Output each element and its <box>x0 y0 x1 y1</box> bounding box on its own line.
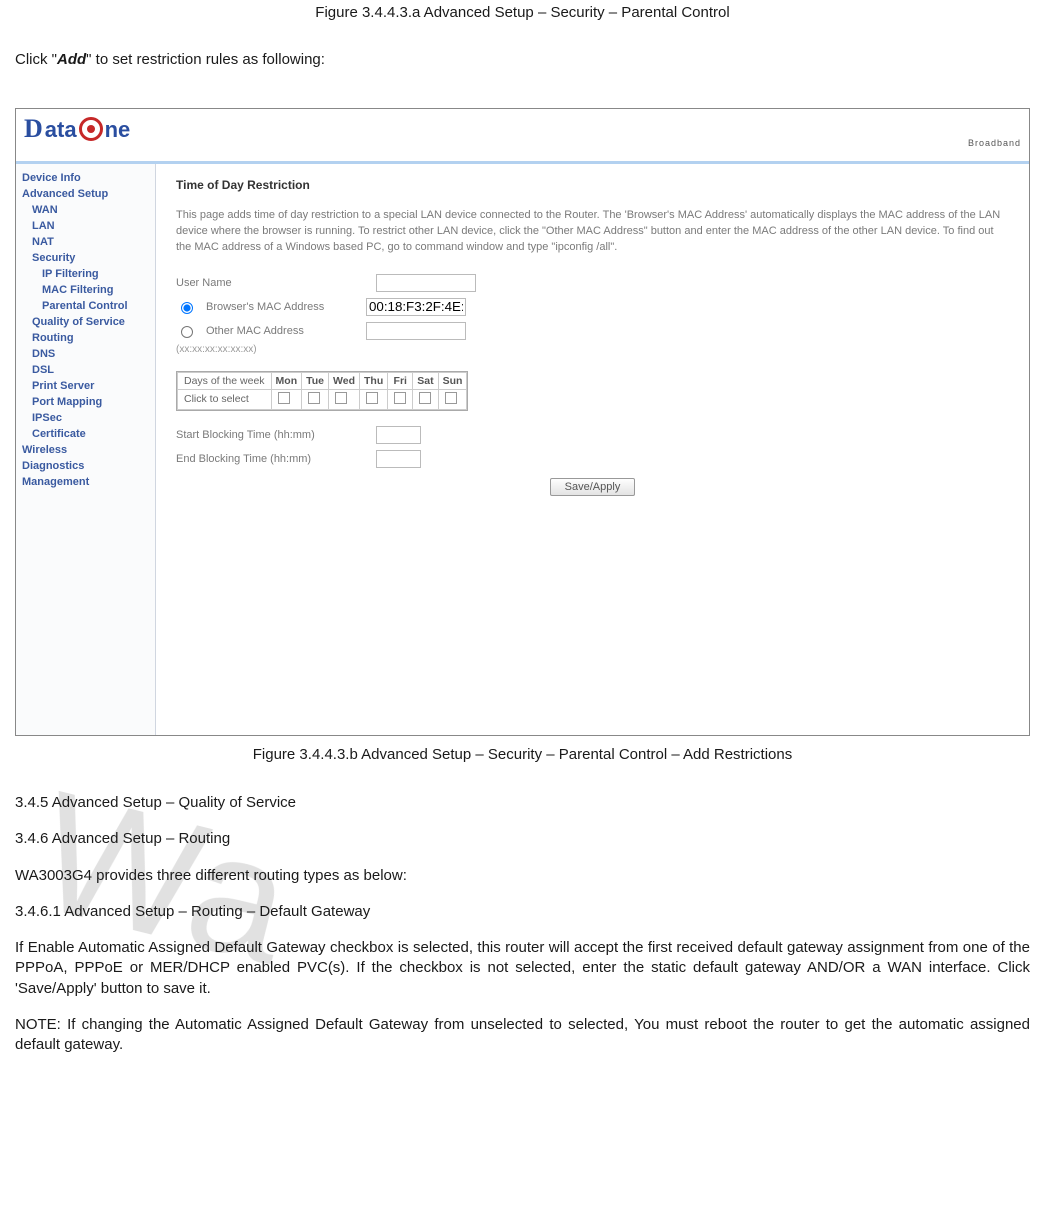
other-mac-input[interactable] <box>366 322 466 340</box>
chk-sun[interactable] <box>445 392 457 404</box>
sidebar-item-7[interactable]: MAC Filtering <box>20 282 151 298</box>
page-description: This page adds time of day restriction t… <box>176 208 1009 256</box>
chk-sat[interactable] <box>419 392 431 404</box>
sidebar-item-13[interactable]: Print Server <box>20 378 151 394</box>
figure-caption-a: Figure 3.4.4.3.a Advanced Setup – Securi… <box>15 4 1030 21</box>
logo-bar: D ata ne Broadband <box>16 109 1029 164</box>
sidebar-item-5[interactable]: Security <box>20 250 151 266</box>
sidebar-item-15[interactable]: IPSec <box>20 410 151 426</box>
row-browser-mac: Browser's MAC Address <box>176 298 1009 316</box>
logo-tagline: Broadband <box>84 138 1021 148</box>
end-time-input[interactable] <box>376 450 421 468</box>
sidebar-item-3[interactable]: LAN <box>20 218 151 234</box>
day-sun: Sun <box>438 372 467 389</box>
other-mac-hint: (xx:xx:xx:xx:xx:xx) <box>176 344 1009 355</box>
heading-345: 3.4.5 Advanced Setup – Quality of Servic… <box>15 793 1030 813</box>
sidebar-item-11[interactable]: DNS <box>20 346 151 362</box>
sidebar-item-10[interactable]: Routing <box>20 330 151 346</box>
sidebar-item-16[interactable]: Certificate <box>20 426 151 442</box>
day-sat: Sat <box>413 372 438 389</box>
logo-swirl-icon <box>79 117 103 141</box>
row-start-time: Start Blocking Time (hh:mm) <box>176 426 1009 444</box>
routing-intro: WA3003G4 provides three different routin… <box>15 866 1030 886</box>
start-time-input[interactable] <box>376 426 421 444</box>
intro-add: Add <box>57 51 86 68</box>
chk-thu[interactable] <box>366 392 378 404</box>
row-other-mac: Other MAC Address <box>176 322 1009 340</box>
row-username: User Name <box>176 274 1009 292</box>
day-tue: Tue <box>302 372 329 389</box>
figure-caption-b: Figure 3.4.4.3.b Advanced Setup – Securi… <box>15 746 1030 763</box>
chk-fri[interactable] <box>394 392 406 404</box>
sidebar-item-14[interactable]: Port Mapping <box>20 394 151 410</box>
logo-d: D <box>24 114 43 144</box>
intro-text: Click "Add" to set restriction rules as … <box>15 51 1030 68</box>
heading-346: 3.4.6 Advanced Setup – Routing <box>15 829 1030 849</box>
days-table: Days of the week Mon Tue Wed Thu Fri Sat… <box>176 371 468 411</box>
sidebar-item-18[interactable]: Diagnostics <box>20 458 151 474</box>
day-mon: Mon <box>271 372 302 389</box>
other-mac-radio[interactable] <box>181 326 193 338</box>
default-gateway-text: If Enable Automatic Assigned Default Gat… <box>15 938 1030 999</box>
router-screenshot: D ata ne Broadband Device InfoAdvanced S… <box>15 108 1030 736</box>
sidebar-item-6[interactable]: IP Filtering <box>20 266 151 282</box>
page-title: Time of Day Restriction <box>176 178 1009 192</box>
row-end-time: End Blocking Time (hh:mm) <box>176 450 1009 468</box>
sidebar-nav: Device InfoAdvanced SetupWANLANNATSecuri… <box>16 164 156 735</box>
chk-mon[interactable] <box>278 392 290 404</box>
days-header-label: Days of the week <box>178 372 272 389</box>
day-wed: Wed <box>329 372 360 389</box>
apply-row: Save/Apply <box>176 478 1009 496</box>
sidebar-item-1[interactable]: Advanced Setup <box>20 186 151 202</box>
intro-prefix: Click " <box>15 51 57 68</box>
click-to-select-label: Click to select <box>178 389 272 409</box>
sidebar-item-12[interactable]: DSL <box>20 362 151 378</box>
browser-mac-radio[interactable] <box>181 302 193 314</box>
chk-tue[interactable] <box>308 392 320 404</box>
logo-ata: ata <box>45 117 77 143</box>
day-thu: Thu <box>360 372 388 389</box>
sidebar-item-8[interactable]: Parental Control <box>20 298 151 314</box>
heading-3461: 3.4.6.1 Advanced Setup – Routing – Defau… <box>15 902 1030 922</box>
username-label: User Name <box>176 277 366 289</box>
sidebar-item-0[interactable]: Device Info <box>20 170 151 186</box>
intro-suffix: " to set restriction rules as following: <box>86 51 325 68</box>
sidebar-item-19[interactable]: Management <box>20 474 151 490</box>
end-time-label: End Blocking Time (hh:mm) <box>176 453 366 465</box>
document-body: 3.4.5 Advanced Setup – Quality of Servic… <box>15 793 1030 1055</box>
start-time-label: Start Blocking Time (hh:mm) <box>176 429 366 441</box>
sidebar-item-17[interactable]: Wireless <box>20 442 151 458</box>
note-text: NOTE: If changing the Automatic Assigned… <box>15 1015 1030 1056</box>
logo-ne: ne <box>105 117 131 143</box>
username-input[interactable] <box>376 274 476 292</box>
sidebar-item-2[interactable]: WAN <box>20 202 151 218</box>
browser-mac-label: Browser's MAC Address <box>206 301 356 313</box>
save-apply-button[interactable]: Save/Apply <box>550 478 636 496</box>
browser-mac-input[interactable] <box>366 298 466 316</box>
sidebar-item-9[interactable]: Quality of Service <box>20 314 151 330</box>
day-fri: Fri <box>388 372 413 389</box>
other-mac-label: Other MAC Address <box>206 325 356 337</box>
chk-wed[interactable] <box>335 392 347 404</box>
sidebar-item-4[interactable]: NAT <box>20 234 151 250</box>
content-pane: Time of Day Restriction This page adds t… <box>156 164 1029 735</box>
